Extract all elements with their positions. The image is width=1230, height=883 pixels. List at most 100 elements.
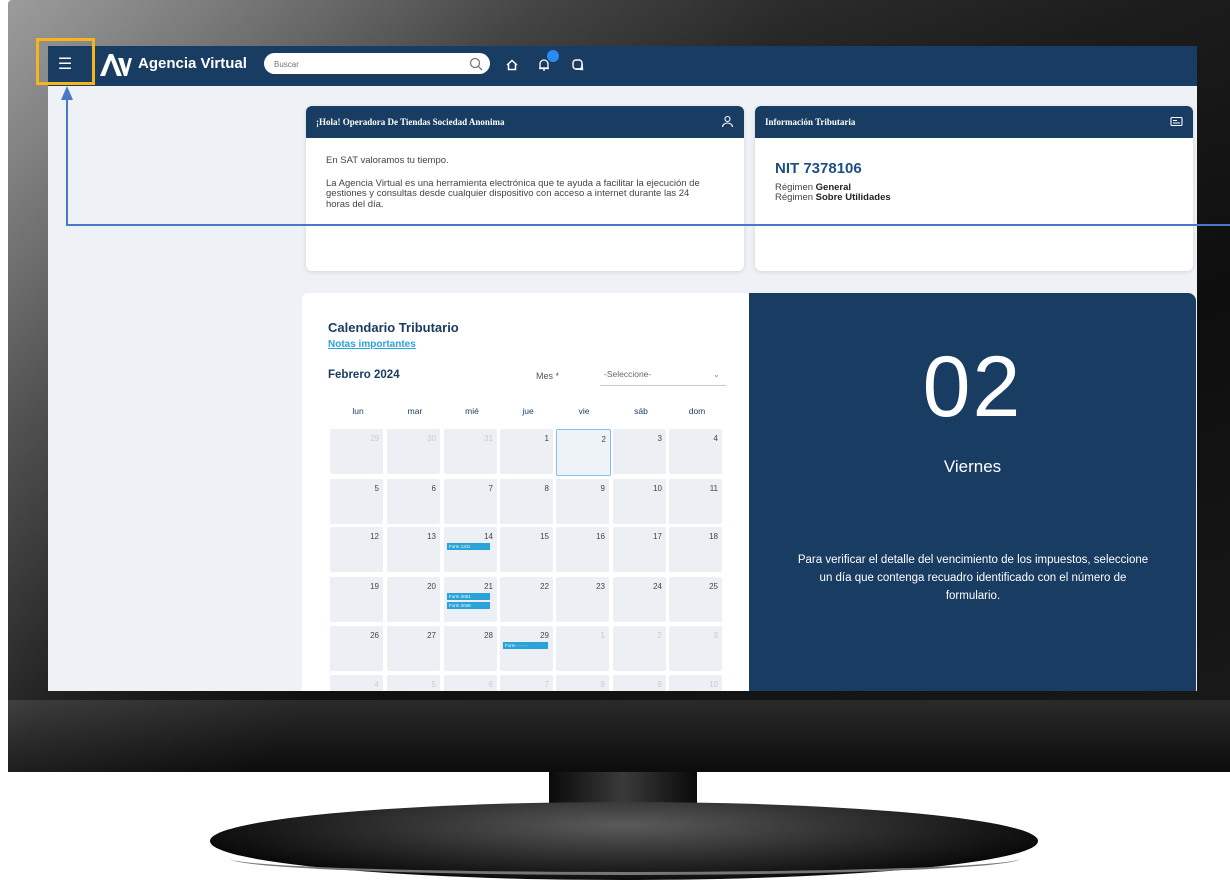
calendar-day-number: 31	[484, 434, 493, 443]
calendar-day-cell[interactable]: 21 Form 2051 Form 2046	[444, 577, 497, 622]
calendar-day-cell[interactable]: 29	[330, 429, 383, 474]
weekday-label: mar	[407, 406, 423, 416]
calendar-day-number: 22	[540, 582, 549, 591]
calendar-day-number: 7	[488, 484, 493, 493]
weekday-label: dom	[688, 406, 706, 416]
calendar-day-cell[interactable]: 10	[669, 675, 722, 691]
calendar-day-cell[interactable]: 31	[444, 429, 497, 474]
calendar-day-cell[interactable]: 22	[500, 577, 553, 622]
calendar-day-cell[interactable]: 17	[613, 527, 666, 572]
tax-info-header: Información Tributaria	[755, 106, 1193, 138]
calendar-day-cell[interactable]: 1	[556, 626, 609, 671]
calendar-day-cell[interactable]: 4	[669, 429, 722, 474]
calendar-day-number: 2	[601, 435, 606, 444]
chat-icon[interactable]	[570, 57, 586, 73]
calendar-day-number: 20	[427, 582, 436, 591]
calendar-day-cell[interactable]: 2	[556, 429, 611, 476]
calendar-day-number: 19	[370, 582, 379, 591]
calendar-day-cell[interactable]: 8	[500, 479, 553, 524]
calendar-day-number: 11	[709, 484, 718, 493]
calendar-day-number: 23	[596, 582, 605, 591]
calendar-day-cell[interactable]: 23	[556, 577, 609, 622]
calendar-day-number: 2	[657, 631, 662, 640]
calendar-day-cell[interactable]: 28	[444, 626, 497, 671]
month-select[interactable]: -Seleccione- ⌄	[600, 363, 726, 386]
calendar-day-number: 8	[600, 680, 605, 689]
calendar-day-number: 12	[370, 532, 379, 541]
calendar-title: Calendario Tributario	[328, 320, 459, 335]
calendar-day-cell[interactable]: 25	[669, 577, 722, 622]
calendar-day-number: 17	[653, 532, 662, 541]
calendar-day-cell[interactable]: 9	[613, 675, 666, 691]
welcome-line-2: La Agencia Virtual es una herramienta el…	[326, 177, 700, 210]
search-input[interactable]	[272, 53, 466, 76]
calendar-day-cell[interactable]: 8	[556, 675, 609, 691]
detail-instructions: Para verificar el detalle del vencimient…	[797, 554, 1149, 602]
calendar-day-cell[interactable]: 1	[500, 429, 553, 474]
calendar-day-cell[interactable]: 18	[669, 527, 722, 572]
calendar-day-cell[interactable]: 10	[613, 479, 666, 524]
calendar-day-cell[interactable]: 16	[556, 527, 609, 572]
weekday-label: sáb	[634, 406, 648, 416]
calendar-day-number: 14	[484, 532, 493, 541]
calendar-day-cell[interactable]: 15	[500, 527, 553, 572]
calendar-day-number: 27	[427, 631, 436, 640]
regimen-utilidades: Régimen Sobre Utilidades	[775, 192, 891, 203]
av-logo	[100, 54, 132, 76]
weekday-label: mié	[465, 406, 479, 416]
calendar-day-cell[interactable]: 4	[330, 675, 383, 691]
calendar-day-cell[interactable]: 19	[330, 577, 383, 622]
calendar-day-cell[interactable]: 11	[669, 479, 722, 524]
calendar-day-cell[interactable]: 3	[613, 429, 666, 474]
calendar-day-cell[interactable]: 2	[613, 626, 666, 671]
calendar-day-cell[interactable]: 7	[500, 675, 553, 691]
calendar-day-cell[interactable]: 5	[387, 675, 440, 691]
calendar-day-cell[interactable]: 14 Form 1311	[444, 527, 497, 572]
form-tag[interactable]: Form 1311	[447, 543, 490, 550]
important-notes-link[interactable]: Notas importantes	[328, 339, 416, 350]
calendar-day-cell[interactable]: 29 Form ········	[500, 626, 553, 671]
calendar-day-number: 5	[431, 680, 436, 689]
search-box[interactable]	[264, 53, 490, 76]
calendar-day-cell[interactable]: 27	[387, 626, 440, 671]
calendar-day-number: 8	[544, 484, 549, 493]
menu-highlight-box	[36, 38, 95, 85]
calendar-day-number: 6	[431, 484, 436, 493]
nit-number: NIT 7378106	[775, 160, 862, 177]
calendar-day-number: 30	[427, 434, 436, 443]
calendar-day-cell[interactable]: 30	[387, 429, 440, 474]
calendar-day-cell[interactable]: 9	[556, 479, 609, 524]
calendar-month: Febrero 2024	[328, 369, 400, 381]
calendar-day-cell[interactable]: 26	[330, 626, 383, 671]
calendar-day-number: 3	[657, 434, 662, 443]
calendar-day-number: 6	[488, 680, 493, 689]
monitor-base-rim	[230, 842, 1020, 875]
calendar-day-cell[interactable]: 24	[613, 577, 666, 622]
weekday-label: jue	[522, 406, 534, 416]
calendar-day-cell[interactable]: 12	[330, 527, 383, 572]
day-detail-panel: 02 Viernes Para verificar el detalle del…	[749, 293, 1196, 691]
home-icon[interactable]	[504, 57, 520, 73]
form-tag[interactable]: Form 2046	[447, 602, 490, 609]
form-tag[interactable]: Form 2051	[447, 593, 490, 600]
calendar-day-cell[interactable]: 5	[330, 479, 383, 524]
app-title: Agencia Virtual	[138, 55, 247, 72]
calendar-day-number: 4	[374, 680, 379, 689]
calendar-day-cell[interactable]: 13	[387, 527, 440, 572]
calendar-day-cell[interactable]: 6	[444, 675, 497, 691]
calendar-day-cell[interactable]: 20	[387, 577, 440, 622]
calendar-day-number: 24	[653, 582, 662, 591]
month-label: Mes *	[536, 371, 560, 381]
calendar-day-cell[interactable]: 7	[444, 479, 497, 524]
calendar-card: Calendario Tributario Notas importantes …	[302, 293, 749, 691]
calendar-day-number: 5	[374, 484, 379, 493]
calendar-day-cell[interactable]: 6	[387, 479, 440, 524]
user-icon	[721, 115, 734, 128]
tax-info-card: Información Tributaria NIT 7378106 Régim…	[755, 106, 1193, 271]
search-icon[interactable]	[468, 56, 484, 72]
welcome-line-1: En SAT valoramos tu tiempo.	[326, 155, 449, 166]
calendar-day-cell[interactable]: 3	[669, 626, 722, 671]
calendar-day-number: 9	[600, 484, 605, 493]
calendar-day-number: 1	[544, 434, 549, 443]
form-tag[interactable]: Form ········	[503, 642, 548, 649]
